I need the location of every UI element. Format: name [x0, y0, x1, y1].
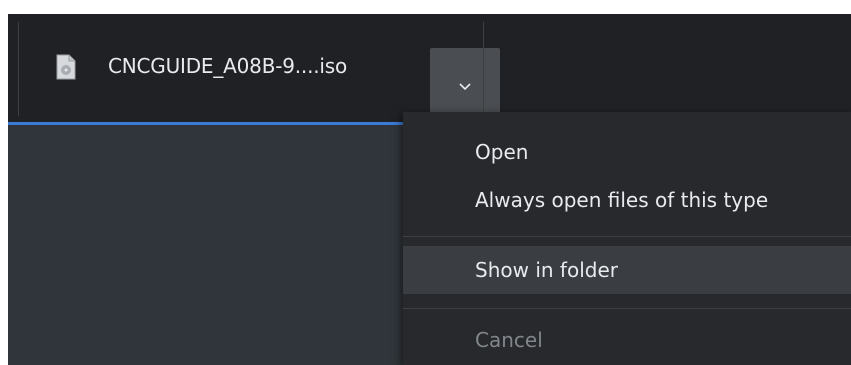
- menu-item-always-open[interactable]: Always open files of this type: [403, 176, 851, 224]
- download-options-button[interactable]: [430, 48, 500, 120]
- menu-item-open[interactable]: Open: [403, 128, 851, 176]
- menu-item-show-in-folder[interactable]: Show in folder: [403, 246, 851, 294]
- browser-window: CNCGUIDE_A08B-9....iso Open Always open …: [8, 14, 851, 365]
- chevron-down-icon: [457, 78, 473, 91]
- divider: [18, 22, 19, 116]
- menu-item-label: Always open files of this type: [475, 188, 769, 212]
- menu-item-label: Show in folder: [475, 258, 618, 282]
- disc-image-file-icon: [56, 54, 76, 80]
- download-item[interactable]: CNCGUIDE_A08B-9....iso: [38, 30, 500, 120]
- download-shelf: CNCGUIDE_A08B-9....iso: [8, 14, 851, 122]
- download-progress-accent: [8, 122, 406, 125]
- download-file-name[interactable]: CNCGUIDE_A08B-9....iso: [108, 54, 347, 78]
- menu-item-label: Open: [475, 140, 529, 164]
- menu-separator: [403, 236, 851, 237]
- menu-item-label: Cancel: [475, 328, 543, 352]
- download-context-menu: Open Always open files of this type Show…: [403, 112, 851, 365]
- divider: [483, 22, 484, 116]
- menu-separator: [403, 308, 851, 309]
- menu-item-cancel: Cancel: [403, 316, 851, 364]
